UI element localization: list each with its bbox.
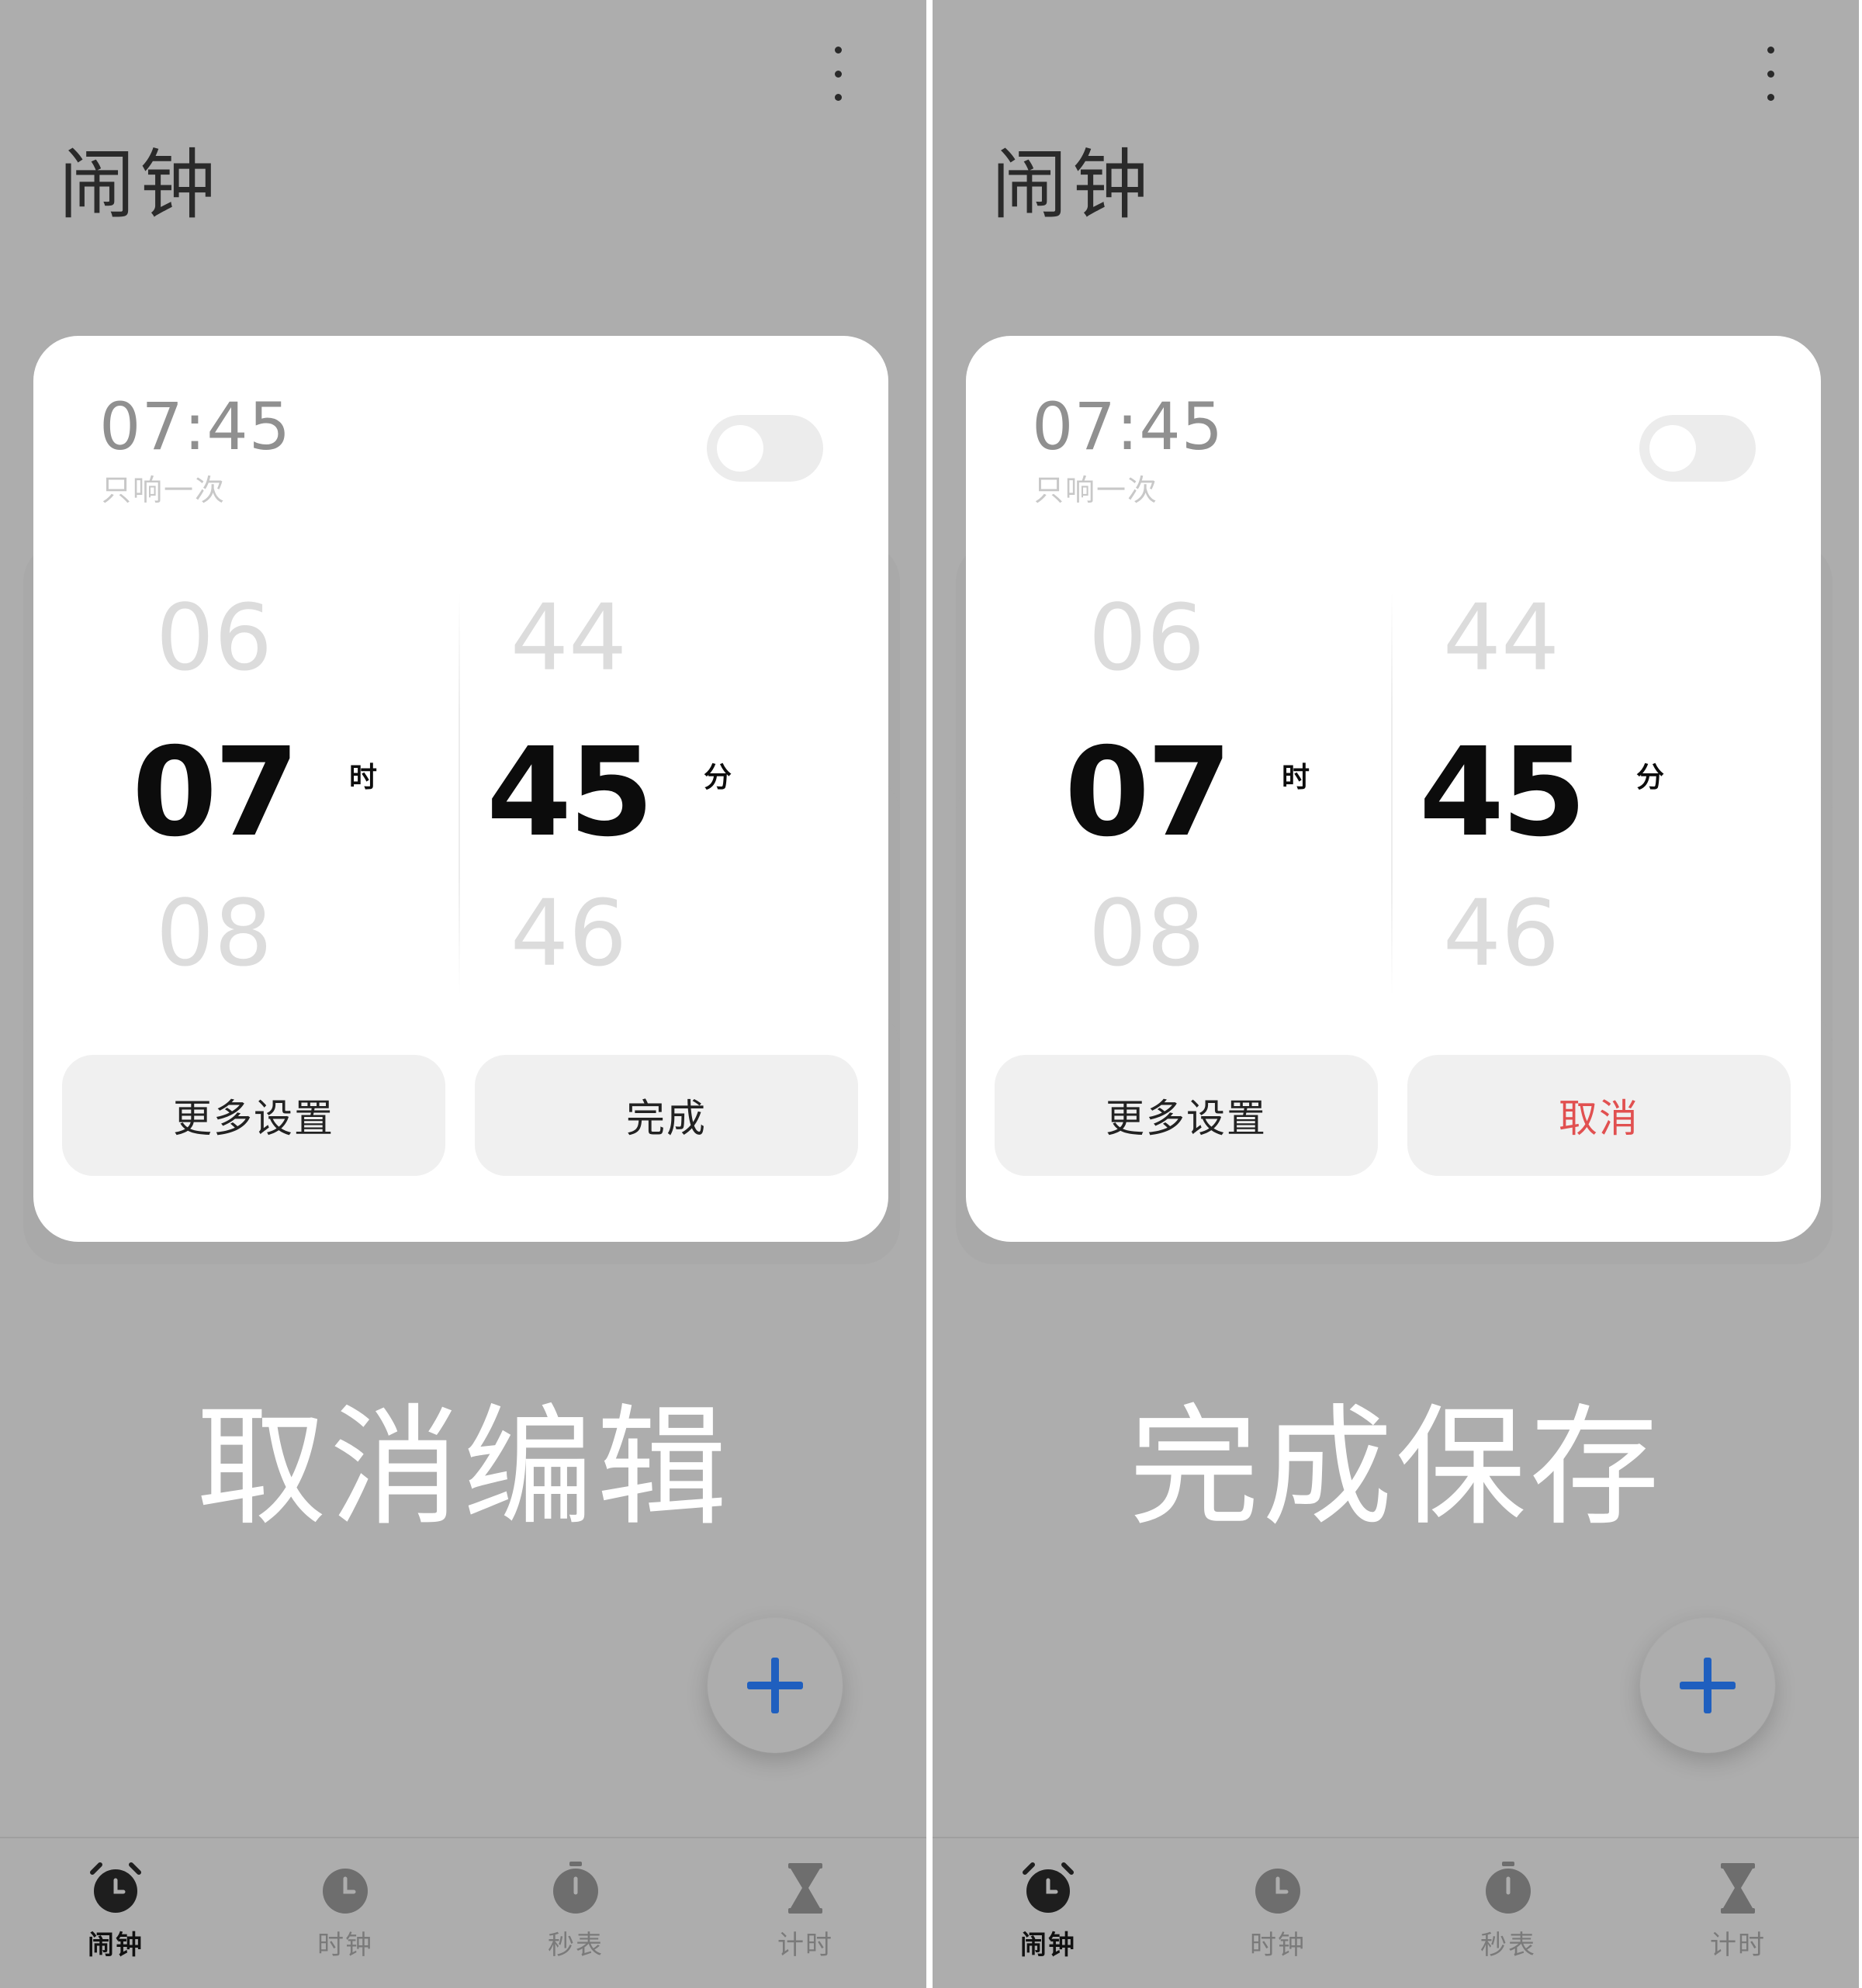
picker-divider (459, 592, 460, 995)
page-title: 闹钟 (992, 141, 1154, 230)
bottom-navigation: 闹钟 时钟 秒表 计时 (0, 1837, 926, 1988)
nav-label: 闹钟 (88, 1930, 144, 1961)
caption-text: 取消编辑 (196, 1392, 730, 1544)
hour-unit: 时 (349, 762, 378, 793)
clock-icon (323, 1869, 368, 1914)
nav-label: 计时 (1710, 1930, 1766, 1961)
alarm-icon (90, 1862, 141, 1913)
nav-alarm[interactable]: 闹钟 (38, 1860, 193, 1962)
alarm-repeat-label: 只响一次 (102, 473, 227, 507)
minute-next[interactable]: 46 (468, 887, 670, 979)
bottom-navigation: 闹钟 时钟 秒表 计时 (933, 1837, 1859, 1988)
hour-prev[interactable]: 06 (1046, 592, 1248, 683)
nav-label: 闹钟 (1020, 1930, 1076, 1961)
page-title: 闹钟 (59, 141, 221, 230)
hour-next[interactable]: 08 (1046, 887, 1248, 979)
minute-selected[interactable]: 45 (468, 731, 670, 854)
nav-timer[interactable]: 计时 (1660, 1860, 1815, 1962)
alarm-icon (1023, 1862, 1074, 1913)
hourglass-icon (788, 1863, 822, 1914)
alarm-repeat-label: 只响一次 (1034, 473, 1159, 507)
plus-icon (1680, 1658, 1736, 1713)
alarm-time: 07:45 (1032, 389, 1224, 465)
caption-text: 完成保存 (1129, 1392, 1663, 1544)
cancel-button[interactable]: 取消 (1407, 1055, 1791, 1176)
hour-selected[interactable]: 07 (113, 731, 315, 854)
alarm-time: 07:45 (99, 389, 292, 465)
alarm-toggle[interactable] (1639, 415, 1756, 482)
minute-unit: 分 (1636, 762, 1665, 793)
alarm-toggle[interactable] (707, 415, 823, 482)
add-alarm-button[interactable] (708, 1618, 843, 1753)
hour-next[interactable]: 08 (113, 887, 315, 979)
minute-next[interactable]: 46 (1400, 887, 1602, 979)
nav-label: 时钟 (317, 1930, 373, 1961)
nav-label: 计时 (777, 1930, 833, 1961)
toggle-knob (717, 425, 763, 472)
nav-label: 时钟 (1250, 1930, 1306, 1961)
nav-label: 秒表 (1480, 1930, 1536, 1961)
minute-prev[interactable]: 44 (1400, 592, 1602, 683)
more-settings-button[interactable]: 更多设置 (995, 1055, 1378, 1176)
hour-prev[interactable]: 06 (113, 592, 315, 683)
screen-left: 闹钟 07:45 只响一次 06 07 时 08 44 45 分 46 更多设置… (0, 0, 926, 1988)
more-settings-button[interactable]: 更多设置 (62, 1055, 445, 1176)
alarm-edit-dialog: 07:45 只响一次 06 07 时 08 44 45 分 46 更多设置 取消 (966, 336, 1821, 1242)
add-alarm-button[interactable] (1640, 1618, 1775, 1753)
hour-selected[interactable]: 07 (1046, 731, 1248, 854)
minute-unit: 分 (704, 762, 732, 793)
more-options-icon[interactable] (815, 47, 861, 101)
nav-clock[interactable]: 时钟 (268, 1860, 423, 1962)
nav-stopwatch[interactable]: 秒表 (1431, 1860, 1586, 1962)
more-options-icon[interactable] (1747, 47, 1794, 101)
minute-prev[interactable]: 44 (468, 592, 670, 683)
nav-stopwatch[interactable]: 秒表 (498, 1860, 653, 1962)
clock-icon (1255, 1869, 1300, 1914)
panel-divider (926, 0, 933, 1988)
picker-divider (1391, 592, 1393, 995)
plus-icon (747, 1658, 803, 1713)
nav-clock[interactable]: 时钟 (1200, 1860, 1355, 1962)
stopwatch-icon (1486, 1862, 1531, 1914)
toggle-knob (1649, 425, 1696, 472)
hourglass-icon (1721, 1863, 1755, 1914)
nav-timer[interactable]: 计时 (728, 1860, 883, 1962)
stopwatch-icon (553, 1862, 598, 1914)
nav-alarm[interactable]: 闹钟 (971, 1860, 1126, 1962)
minute-selected[interactable]: 45 (1400, 731, 1602, 854)
hour-unit: 时 (1282, 762, 1310, 793)
nav-label: 秒表 (548, 1930, 604, 1961)
alarm-edit-dialog: 07:45 只响一次 06 07 时 08 44 45 分 46 更多设置 完成 (33, 336, 888, 1242)
done-button[interactable]: 完成 (475, 1055, 858, 1176)
screen-right: 闹钟 07:45 只响一次 06 07 时 08 44 45 分 46 更多设置… (933, 0, 1859, 1988)
